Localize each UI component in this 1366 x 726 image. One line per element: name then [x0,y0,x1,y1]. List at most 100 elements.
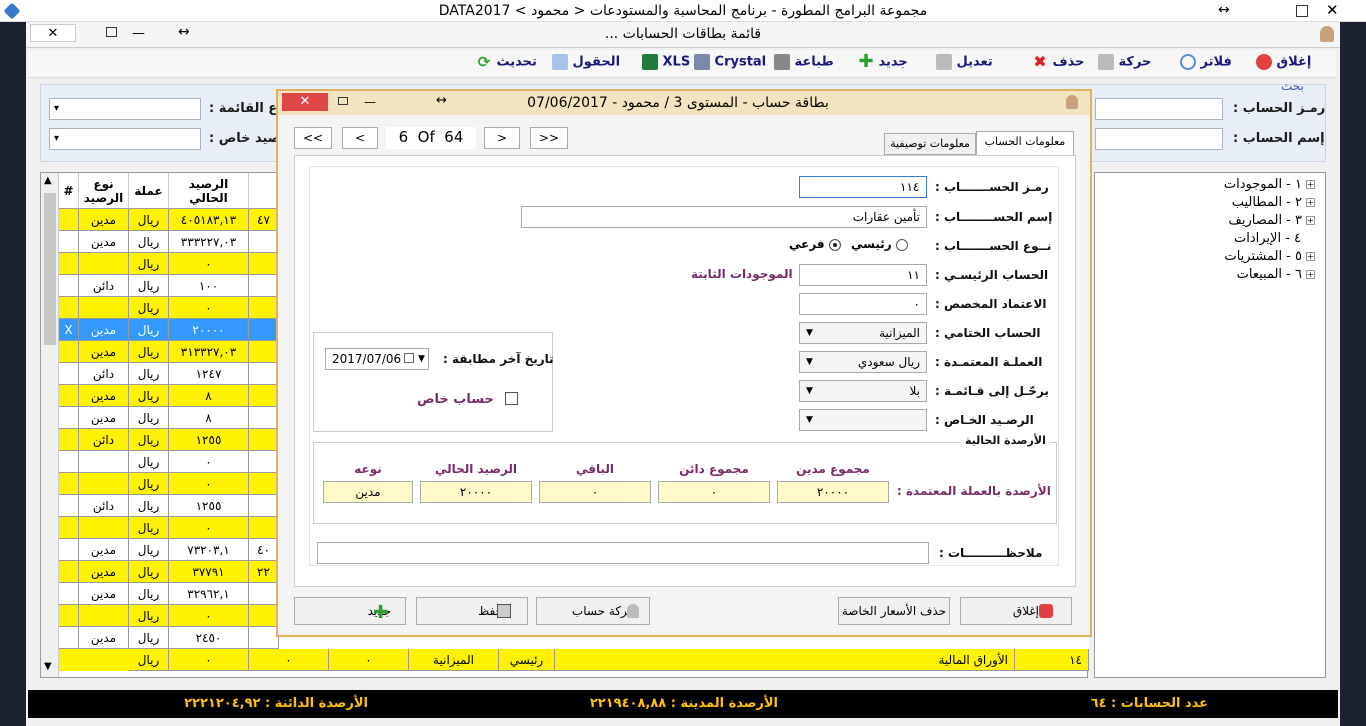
table-cell-currency: ريال [129,209,169,231]
table-cell-balance: ٣١٣٣٢٧,٠٣ [169,341,249,363]
balance-kind-value: مدين [323,481,413,503]
toolbar-print-button[interactable]: طباعة [774,54,834,74]
grid-header-extra[interactable] [249,173,279,209]
side-group [313,332,553,432]
dialog-move-icon[interactable]: ↔ [436,93,447,108]
tree-item[interactable]: +٣ - المصاريف [1228,213,1315,228]
expand-icon[interactable]: + [1306,216,1315,225]
toolbar-refresh-button[interactable]: تحديث ⟳ [476,54,537,74]
code-input[interactable]: ١١٤ [799,176,927,198]
parent-input[interactable]: ١١ [799,264,927,286]
list-type-select[interactable]: ▾ [49,98,201,120]
table-cell-hash: X [59,319,79,341]
expand-icon[interactable]: + [1306,270,1315,279]
name-input[interactable]: تأمين عقارات [521,206,927,228]
type-sub-radio[interactable]: فرعي [789,237,841,251]
nav-last-button[interactable]: >> [530,127,568,149]
restore-icon[interactable] [1296,5,1308,17]
table-cell-currency: ريال [129,407,169,429]
toolbar-movement-button[interactable]: حركة [1098,54,1151,74]
toolbar-delete-button[interactable]: حذف ✖ [1032,54,1084,74]
table-cell-currency: ريال [129,231,169,253]
credit-input[interactable]: ٠ [799,293,927,315]
account-code-input[interactable] [1095,98,1223,120]
toolbar-new-button[interactable]: جديد ✚ [858,51,907,74]
save-button[interactable]: حفظ [416,597,528,625]
transfer-select[interactable]: بلا ▼ [799,380,927,402]
last-match-date[interactable]: 2017/07/06 ▼ [325,348,429,370]
dialog-titlebar: ✕ — ↔ بطاقة حساب - المستوى 3 / محمود - 0… [278,91,1090,115]
tree-item[interactable]: +٦ - المبيعات [1237,267,1315,282]
person-icon [627,604,639,618]
table-cell-currency: ريال [129,297,169,319]
notes-input[interactable] [317,542,929,564]
dialog-close-icon[interactable]: ✕ [282,93,328,111]
plus-icon: ✚ [858,51,874,72]
user-icon [1320,26,1334,42]
maximize-arrows-icon[interactable]: ↔ [1218,2,1230,18]
tree-item[interactable]: ٤ - الإيرادات [1234,231,1301,246]
toolbar-edit-button[interactable]: تعديل [936,54,993,74]
toolbar-xls-button[interactable]: XLS [642,54,690,74]
grid-header-balance-type[interactable]: نوع الرصيد [79,173,129,209]
grid-last-row[interactable]: ريال ٠ ٠ ٠ الميزانية رئيسي الأوراق المال… [59,649,1089,671]
new-button[interactable]: جديد ✚ [294,597,406,625]
private-account-checkbox[interactable] [505,392,518,405]
table-cell-extra [249,275,279,297]
grid-header-currency[interactable]: عملة [129,173,169,209]
tab-account-info[interactable]: معلومات الحساب [976,131,1074,156]
name-label: إسم الحســــــــاب : [935,210,1053,224]
tab-descriptive-info[interactable]: معلومات توصيفية [884,133,976,155]
dialog-close-button[interactable]: إغلاق [960,597,1072,625]
table-cell-balance: ١٢٥٥ [169,429,249,451]
nav-first-button[interactable]: << [294,127,332,149]
expand-icon[interactable]: + [1306,180,1315,189]
expand-icon[interactable]: + [1306,198,1315,207]
toolbar-filters-button[interactable]: فلاتر [1180,54,1232,74]
final-select[interactable]: الميزانية ▼ [799,322,927,344]
toolbar-fields-button[interactable]: الحقول [552,54,620,74]
account-movement-button[interactable]: حركة حساب [536,597,650,625]
grid-header-hash[interactable]: # [59,173,79,209]
nav-prev-button[interactable]: < [342,127,378,149]
toolbar-close-button[interactable]: إغلاق [1256,54,1311,74]
calendar-icon[interactable] [404,353,414,363]
private-account-label: حساب خاص [417,392,494,407]
tree-item[interactable]: +٢ - المطاليب [1232,195,1315,210]
last-row-balance: ٠ [169,649,249,671]
tree-item-label: ١ - الموجودات [1223,177,1302,192]
toolbar-crystal-button[interactable]: Crystal [694,54,766,74]
type-main-radio[interactable]: رئيسي [851,237,908,251]
scroll-up-icon[interactable]: ▲ [44,175,52,186]
expand-icon[interactable]: + [1306,252,1315,261]
scroll-down-icon[interactable]: ▼ [44,661,52,672]
table-cell-balance-type: دائن [79,429,129,451]
last-row-currency: ريال [129,649,169,671]
nav-next-button[interactable]: > [484,127,520,149]
special-balance-select[interactable]: ▾ [49,128,201,150]
table-cell-hash [59,583,79,605]
table-cell-currency: ريال [129,583,169,605]
dialog-minimize-icon[interactable]: — [364,95,376,109]
currency-select[interactable]: ريال سعودي ▼ [799,351,927,373]
notes-label: ملاحظــــــــــات : [939,546,1043,560]
dialog-maximize-icon[interactable] [338,97,348,105]
last-row-code: ١٤ [1015,649,1089,671]
delete-special-prices-button[interactable]: حذف الأسعار الخاصة [838,597,950,625]
remaining-value: ٠ [539,481,651,503]
table-cell-currency: ريال [129,429,169,451]
account-name-input[interactable] [1095,128,1223,150]
grid-header-current-balance[interactable]: الرصيد الحالي [169,173,249,209]
filter-icon [1180,54,1196,70]
current-balance-header: الرصيد الحالي [434,462,518,476]
tree-item[interactable]: +١ - الموجودات [1224,177,1315,192]
table-cell-balance: ٤٠٥١٨٣,١٣ [169,209,249,231]
table-cell-hash [59,385,79,407]
close-icon[interactable]: ✕ [1326,1,1339,19]
table-cell-extra: ٢٢ [249,561,279,583]
table-cell-extra [249,253,279,275]
status-account-count: عدد الحسابات : ٦٤ [1090,696,1208,711]
special-select[interactable]: ▼ [799,409,927,431]
parent-name: الموجودات الثابتة [691,267,793,281]
tree-item[interactable]: +٥ - المشتريات [1224,249,1315,264]
